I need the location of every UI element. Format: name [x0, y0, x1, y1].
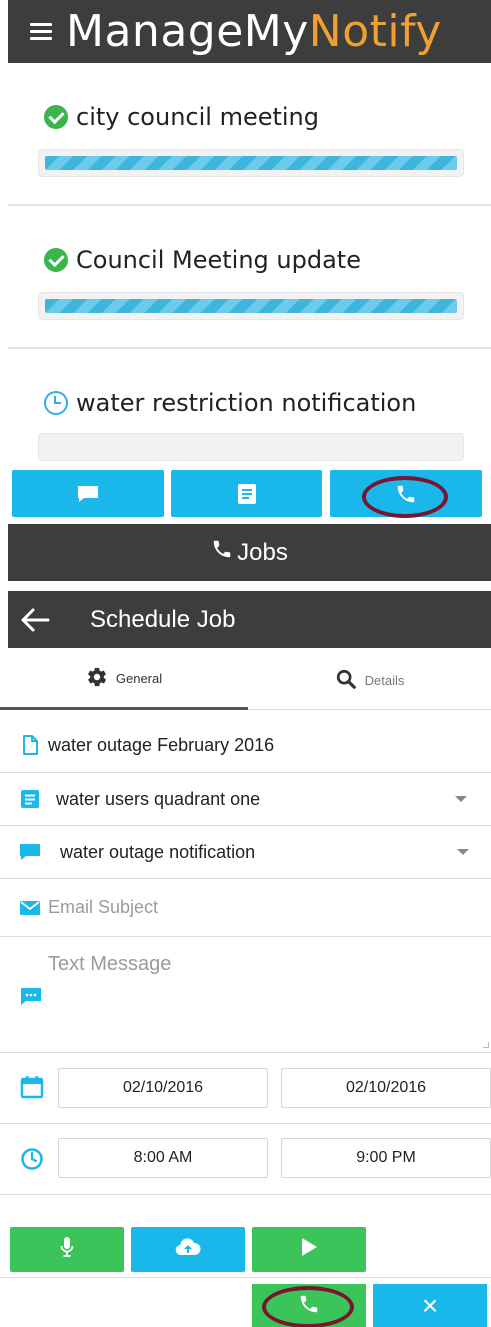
recipient-list-select[interactable]: water users quadrant one [0, 773, 491, 826]
notification-card[interactable]: Council Meeting update [8, 206, 491, 349]
progress-fill [45, 156, 457, 170]
check-circle-icon [44, 105, 68, 129]
date-row: 02/10/2016 02/10/2016 [0, 1054, 491, 1124]
end-time-input[interactable]: 9:00 PM [281, 1138, 491, 1178]
file-icon [18, 735, 42, 755]
email-subject-placeholder: Email Subject [48, 897, 159, 917]
play-icon [300, 1237, 318, 1262]
bottom-tab-bar [0, 466, 491, 522]
sms-icon [20, 987, 42, 1012]
search-icon [335, 668, 357, 693]
jobs-header: Jobs [8, 524, 491, 581]
close-icon: × [421, 1290, 439, 1321]
notification-card[interactable]: water restriction notification [8, 349, 491, 466]
chat-icon [76, 484, 100, 504]
start-date-input[interactable]: 02/10/2016 [58, 1068, 268, 1108]
record-audio-button[interactable] [10, 1227, 124, 1272]
job-name-field[interactable]: water outage February 2016 [0, 718, 491, 773]
resize-handle[interactable] [483, 1042, 489, 1048]
progress-fill [45, 299, 457, 313]
phone-icon [395, 483, 417, 505]
play-audio-button[interactable] [252, 1227, 366, 1272]
time-row: 8:00 AM 9:00 PM [0, 1125, 491, 1195]
phone-icon [298, 1293, 320, 1320]
tab-calls[interactable] [330, 470, 482, 517]
schedule-call-button[interactable] [252, 1284, 366, 1327]
calendar-icon [20, 1075, 44, 1104]
chat-icon [18, 842, 42, 862]
chevron-down-icon [455, 796, 467, 802]
start-time-input[interactable]: 8:00 AM [58, 1138, 268, 1178]
email-subject-field[interactable]: Email Subject [0, 879, 491, 937]
tab-general[interactable]: General [0, 650, 248, 710]
schedule-title: Schedule Job [90, 605, 236, 633]
cloud-upload-icon [175, 1238, 201, 1261]
app-title-main: ManageMy [66, 5, 309, 57]
job-name-value: water outage February 2016 [48, 734, 275, 755]
notification-title: water restriction notification [76, 389, 417, 417]
upload-audio-button[interactable] [131, 1227, 245, 1272]
notification-title-row: water restriction notification [44, 389, 416, 417]
schedule-header: Schedule Job [8, 591, 491, 648]
tab-details[interactable]: Details [248, 650, 491, 710]
recipient-list-value: water users quadrant one [56, 788, 261, 809]
end-date-input[interactable]: 02/10/2016 [281, 1068, 491, 1108]
notification-title: Council Meeting update [76, 246, 361, 274]
text-message-placeholder: Text Message [48, 953, 172, 975]
phone-icon [211, 538, 233, 567]
jobs-title: Jobs [237, 538, 288, 566]
tab-lists[interactable] [171, 470, 322, 517]
envelope-icon [18, 900, 42, 916]
back-arrow-icon[interactable] [18, 603, 52, 637]
tab-general-label: General [115, 671, 163, 686]
progress-bar [38, 433, 464, 461]
app-title: ManageMyNotify [66, 9, 442, 54]
app-header: ManageMyNotify [8, 0, 491, 63]
list-icon [18, 789, 42, 809]
tab-details-label: Details [364, 672, 405, 688]
cancel-button[interactable]: × [373, 1284, 487, 1327]
gear-icon [86, 666, 108, 691]
chevron-down-icon [457, 849, 469, 855]
text-message-field[interactable]: Text Message [0, 937, 491, 1053]
notification-card[interactable]: city council meeting [8, 63, 491, 206]
clock-icon [44, 391, 68, 415]
notification-title: city council meeting [76, 103, 319, 131]
menu-icon[interactable] [30, 22, 52, 41]
list-icon [237, 483, 257, 505]
schedule-tabs: General Details [0, 650, 491, 710]
message-template-select[interactable]: water outage notification [0, 826, 491, 879]
notification-title-row: city council meeting [44, 103, 319, 131]
clock-icon [20, 1147, 44, 1176]
action-bar: × [0, 1277, 491, 1327]
app-title-accent: Notify [308, 5, 442, 57]
tab-messages[interactable] [12, 470, 164, 517]
notification-title-row: Council Meeting update [44, 246, 361, 274]
progress-bar [38, 292, 464, 320]
microphone-icon [60, 1236, 74, 1263]
progress-bar [38, 149, 464, 177]
message-template-value: water outage notification [60, 841, 256, 862]
check-circle-icon [44, 248, 68, 272]
